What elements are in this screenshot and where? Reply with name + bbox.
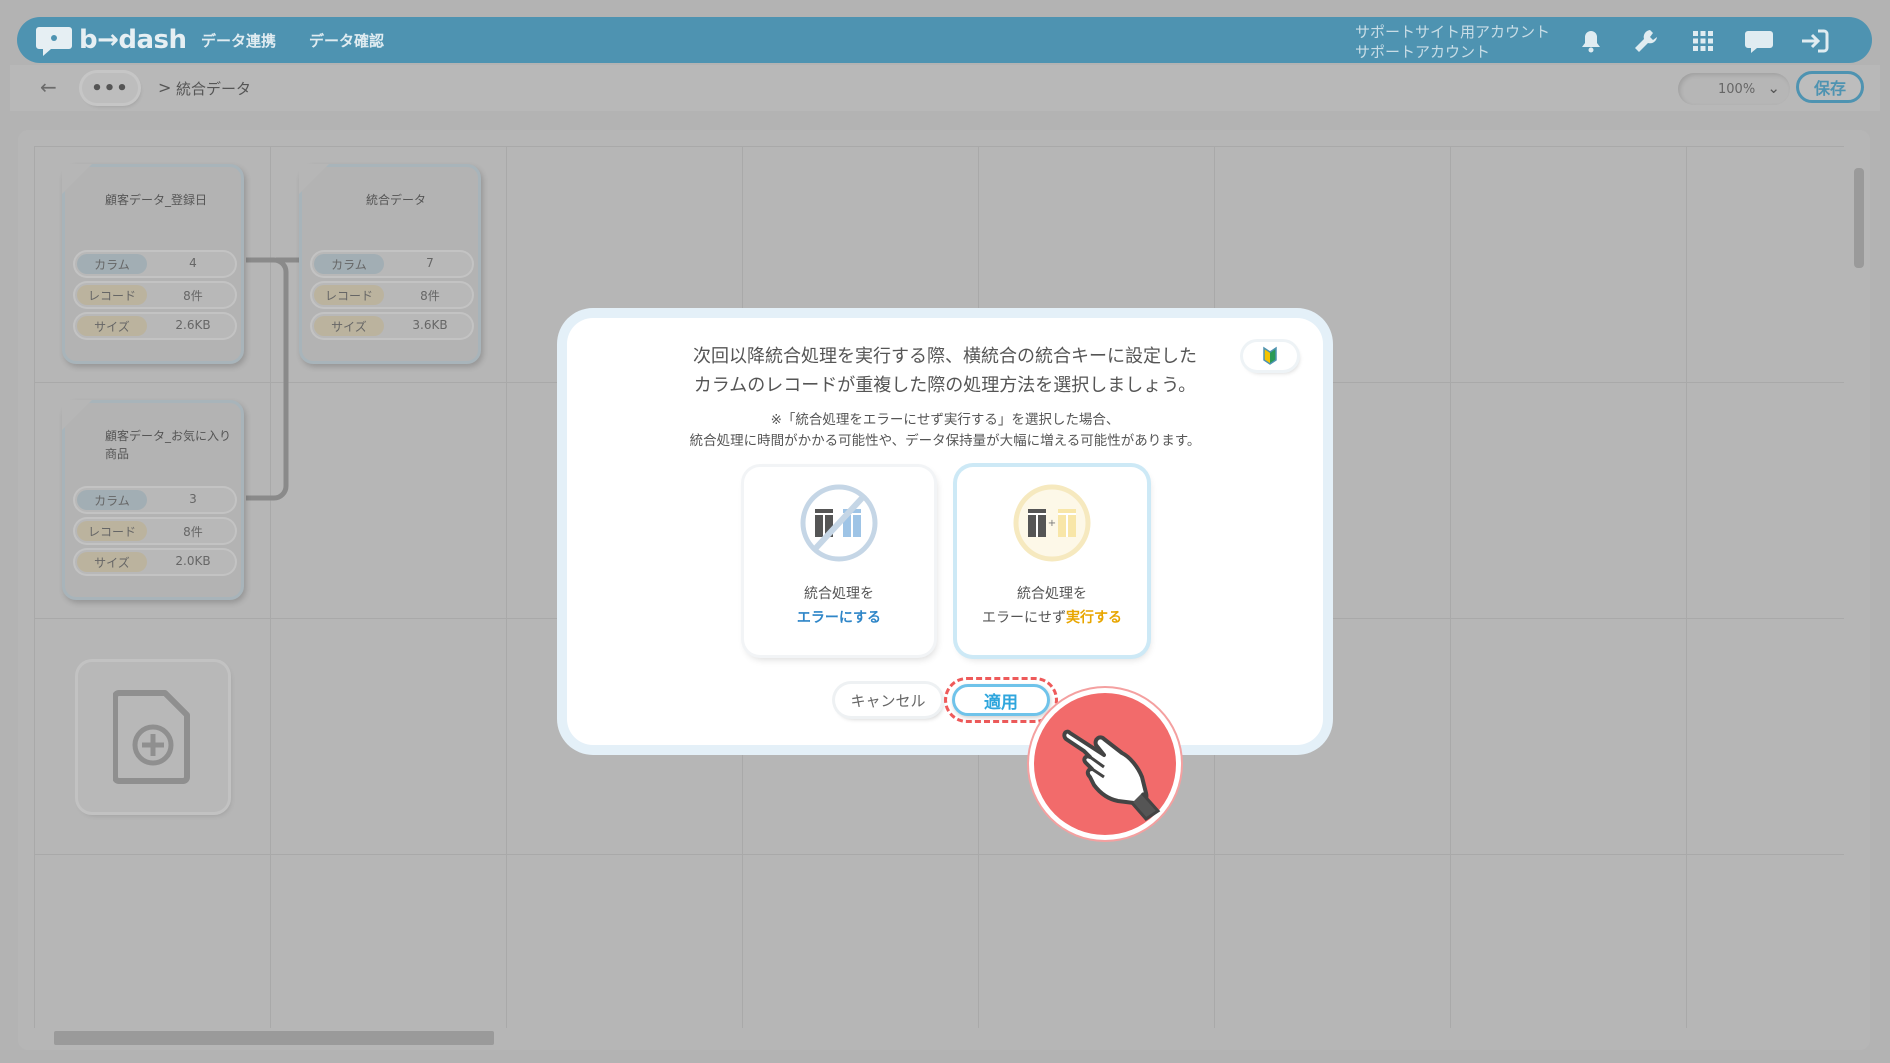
option-error-line1: 統合処理を <box>804 586 874 602</box>
option-execute-line1: 統合処理を <box>1017 586 1087 602</box>
card-stat-columns: カラム 4 <box>75 252 235 276</box>
card-stat-columns: カラム 7 <box>312 252 472 276</box>
nav-data-integration[interactable]: データ連携 <box>201 30 276 51</box>
breadcrumb-bar: ← ••• > 統合データ 100% ⌄ 保存 <box>10 65 1880 111</box>
bell-icon[interactable] <box>1576 26 1606 56</box>
zoom-select[interactable]: 100% ⌄ <box>1678 73 1790 105</box>
grid-icon[interactable] <box>1688 26 1718 56</box>
vertical-scrollbar[interactable] <box>1851 150 1865 1030</box>
logout-icon[interactable] <box>1800 26 1830 56</box>
app-header: b→dash データ連携 データ確認 サポートサイト用アカウント サポートアカウ… <box>17 17 1872 63</box>
tutorial-pointer <box>1034 693 1176 835</box>
option-error-line2: エラーにする <box>796 610 882 626</box>
card-stat-columns: カラム 3 <box>75 488 235 512</box>
more-breadcrumb-button[interactable]: ••• <box>82 73 138 103</box>
data-card-customer-favorites[interactable]: 顧客データ_お気に入り商品 カラム 3 レコード 8件 サイズ 2.0KB <box>62 400 244 600</box>
svg-text:+: + <box>1048 518 1056 529</box>
pointing-hand-icon <box>1062 729 1161 821</box>
chat-icon[interactable] <box>1744 26 1774 56</box>
logo[interactable]: b→dash <box>35 23 187 57</box>
account-line2: サポートアカウント <box>1355 43 1491 61</box>
card-stat-size: サイズ 3.6KB <box>312 314 472 338</box>
horizontal-scroll-thumb[interactable] <box>54 1031 494 1045</box>
option-execute-line2: エラーにせず実行する <box>982 610 1122 626</box>
card-stat-records: レコード 8件 <box>312 283 472 307</box>
wrench-icon[interactable] <box>1631 26 1661 56</box>
card-stat-records: レコード 8件 <box>75 519 235 543</box>
card-title: 統合データ <box>365 193 426 207</box>
logo-text: b→dash <box>79 25 187 55</box>
account-line1: サポートサイト用アカウント <box>1355 23 1551 41</box>
modal-title: 次回以降統合処理を実行する際、横統合の統合キーに設定した カラムのレコードが重複… <box>693 346 1197 396</box>
modal-note: ※「統合処理をエラーにせず実行する」を選択した場合、 統合処理に時間がかかる可能… <box>689 412 1201 449</box>
merge-icon: + <box>1013 484 1091 562</box>
logo-bubble-icon <box>36 27 72 56</box>
add-data-button[interactable] <box>78 662 228 812</box>
option-error[interactable]: 統合処理を エラーにする <box>744 467 934 655</box>
horizontal-scrollbar[interactable] <box>34 1028 1844 1045</box>
breadcrumb-current: 統合データ <box>176 80 252 98</box>
nav-data-check[interactable]: データ確認 <box>309 30 384 51</box>
no-merge-icon <box>800 484 878 562</box>
card-stat-records: レコード 8件 <box>75 283 235 307</box>
chevron-down-icon: ⌄ <box>1767 79 1780 97</box>
cancel-button[interactable]: キャンセル <box>835 684 941 716</box>
data-card-merged[interactable]: 統合データ カラム 7 レコード 8件 サイズ 3.6KB <box>299 164 481 364</box>
back-arrow-icon[interactable]: ← <box>40 75 57 99</box>
card-title: 顧客データ_登録日 <box>105 193 208 207</box>
card-stat-size: サイズ 2.6KB <box>75 314 235 338</box>
card-stat-size: サイズ 2.0KB <box>75 550 235 574</box>
beginner-mark-icon <box>1263 346 1277 365</box>
duplicate-handling-modal: 次回以降統合処理を実行する際、横統合の統合キーに設定した カラムのレコードが重複… <box>567 318 1323 745</box>
data-card-customer-registration[interactable]: 顧客データ_登録日 カラム 4 レコード 8件 サイズ 2.6KB <box>62 164 244 364</box>
save-button[interactable]: 保存 <box>1796 71 1864 103</box>
vertical-scroll-thumb[interactable] <box>1854 168 1864 268</box>
zoom-value: 100% <box>1718 81 1756 97</box>
card-title: 顧客データ_お気に入り商品 <box>105 429 232 461</box>
add-file-icon <box>113 690 190 784</box>
option-execute[interactable]: + 統合処理を エラーにせず実行する <box>957 467 1147 655</box>
beginner-guide-button[interactable] <box>1243 342 1297 370</box>
breadcrumb-separator: > <box>158 78 172 97</box>
account-info[interactable]: サポートサイト用アカウント サポートアカウント <box>1355 22 1550 62</box>
